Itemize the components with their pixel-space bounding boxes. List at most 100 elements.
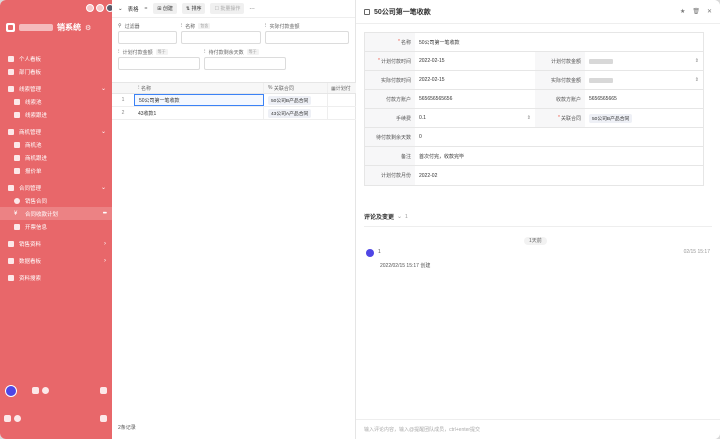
fee-field[interactable]: 0.1 ⇕ xyxy=(415,109,535,127)
sidebar-item-label: 开票信息 xyxy=(25,224,48,231)
add-icon[interactable] xyxy=(4,415,11,422)
label-text: 计划付款金额 xyxy=(550,58,581,65)
sidebar-item-label: 线索池 xyxy=(25,99,42,106)
actual-time-field[interactable]: 2022-02-15 xyxy=(415,71,535,89)
plan-time-field[interactable]: 2022-02-15 xyxy=(415,52,535,70)
plan-month-field: 2022-02 xyxy=(419,172,438,179)
avatar-dot[interactable] xyxy=(86,4,94,12)
share-icon[interactable]: ⚭ xyxy=(144,6,149,12)
row-name-cell[interactable]: 43收款1 xyxy=(134,107,264,119)
stepper-icon[interactable]: ⇕ xyxy=(695,77,699,83)
label-text: 实际付款时间 xyxy=(380,77,411,84)
name-filter: ⁝ 名称 包含 xyxy=(180,22,261,44)
sidebar-item-label: 销售资料 xyxy=(19,241,42,248)
sidebar-item-personal-board[interactable]: 个人看板 xyxy=(0,52,112,65)
avatar[interactable] xyxy=(5,385,17,397)
sidebar-item-quote[interactable]: 报价单 xyxy=(0,164,112,177)
paid-amount-filter-input[interactable] xyxy=(264,31,349,44)
data-table: ⁝ 名称 % 关联合同 ▦计划付 1 50公司第一笔收款 50公司B产品合同 2… xyxy=(112,82,356,120)
create-button[interactable]: ⊞ 创建 xyxy=(153,3,177,14)
row-contract-cell[interactable]: 43公司A产品合同 xyxy=(264,107,328,119)
search-doc-icon xyxy=(8,274,14,281)
sidebar-item-label: 商机管理 xyxy=(19,129,42,136)
sidebar-group-contract[interactable]: 合同管理 ⌄ xyxy=(0,181,112,194)
help-icon[interactable] xyxy=(42,387,49,394)
operator-tag[interactable]: 等于 xyxy=(155,49,168,55)
operator-tag[interactable]: 包含 xyxy=(198,23,211,29)
contract-chip[interactable]: 50公司B产品合同 xyxy=(268,95,312,105)
sidebar-group-sales-material[interactable]: 销售资料 › xyxy=(0,237,112,250)
sidebar-group-leads[interactable]: 线索管理 ⌄ xyxy=(0,82,112,95)
batch-button[interactable]: ☐ 批量操作 xyxy=(210,3,245,14)
name-filter-input[interactable] xyxy=(180,31,261,44)
layout-icon[interactable] xyxy=(100,415,107,422)
contract-field[interactable]: 50公司B产品合同 xyxy=(585,109,703,127)
sidebar-item-label: 合同收款计划 xyxy=(25,211,59,218)
note-field[interactable]: 首次付完，收款完毕 xyxy=(415,147,703,165)
settings-icon[interactable]: ⚙ xyxy=(85,24,91,32)
name-field[interactable]: 50公司第一笔收款 xyxy=(415,33,703,51)
filter-input[interactable] xyxy=(118,31,177,44)
chevron-right-icon: › xyxy=(104,240,106,247)
contract-chip[interactable]: 43公司A产品合同 xyxy=(268,108,312,118)
sidebar-item-lead-followup[interactable]: 线索跟进 xyxy=(0,108,112,121)
sidebar-nav: 个人看板 部门看板 线索管理 ⌄ 线索池 线索跟进 商机管理 ⌄ 商机池 商机跟进 … xyxy=(0,52,112,284)
comment-input[interactable]: 输入评论内容，输入@提醒团队成员，ctrl+enter提交 xyxy=(356,419,720,439)
sidebar-item-payment-plan[interactable]: ¥ 合同收款计划 ••• xyxy=(0,207,112,220)
sidebar-item-sales-contract[interactable]: 销售合同 xyxy=(0,194,112,207)
chevron-down-icon: ⌄ xyxy=(100,129,106,135)
filter-selector[interactable]: ⚲ 过滤器 xyxy=(118,22,177,44)
filter-label: 名称 xyxy=(185,23,196,30)
plan-amount-field[interactable]: ⇕ xyxy=(585,52,703,70)
user-add-icon[interactable] xyxy=(100,387,107,394)
star-icon[interactable]: ★ xyxy=(680,8,685,15)
folder-icon xyxy=(8,128,14,135)
table-row[interactable]: 1 50公司第一笔收款 50公司B产品合同 xyxy=(112,94,356,107)
comments-tab[interactable]: 评论及变更 ⌄ 1 xyxy=(364,212,408,222)
label-text: 付款方账户 xyxy=(385,96,411,103)
sidebar-item-invoice[interactable]: 开票信息 xyxy=(0,220,112,233)
avatar-dot[interactable] xyxy=(96,4,104,12)
sidebar-group-data-board[interactable]: 数据看板 › xyxy=(0,254,112,267)
stepper-icon[interactable]: ⇕ xyxy=(695,58,699,64)
operator-tag[interactable]: 等于 xyxy=(246,49,259,55)
column-header-contract[interactable]: % 关联合同 xyxy=(264,83,328,93)
form-row: 计划付款月份 2022-02 xyxy=(365,166,703,185)
chevron-down-icon[interactable]: ⌄ xyxy=(118,6,123,12)
sidebar-item-dept-board[interactable]: 部门看板 xyxy=(0,65,112,78)
view-label[interactable]: 表格 xyxy=(128,5,139,13)
actual-amount-field[interactable]: ⇕ xyxy=(585,71,703,89)
payer-account-field[interactable]: 565656565656 xyxy=(415,90,535,108)
sort-button[interactable]: ⇅ 排序 xyxy=(181,3,206,14)
sidebar-group-opportunity[interactable]: 商机管理 ⌄ xyxy=(0,125,112,138)
label-text: 名称 xyxy=(400,39,411,46)
sidebar-item-material-search[interactable]: 资料搜索 xyxy=(0,271,112,284)
field-label: * 关联合同 xyxy=(535,109,585,127)
more-icon[interactable]: ⋯ xyxy=(249,6,255,12)
stepper-icon[interactable]: ⇕ xyxy=(527,115,531,121)
table-row[interactable]: 2 43收款1 43公司A产品合同 xyxy=(112,107,356,120)
folder-icon xyxy=(8,184,14,191)
contract-chip[interactable]: 50公司B产品合同 xyxy=(589,113,633,123)
sidebar-item-lead-pool[interactable]: 线索池 xyxy=(0,95,112,108)
search-icon[interactable] xyxy=(14,415,21,422)
label-text: 备注 xyxy=(400,153,411,160)
more-icon[interactable]: ••• xyxy=(103,211,107,217)
plan-amount-filter-input[interactable] xyxy=(118,57,200,70)
sidebar-item-opportunity-followup[interactable]: 商机跟进 xyxy=(0,151,112,164)
chat-icon[interactable] xyxy=(32,387,39,394)
row-name-cell[interactable]: 50公司第一笔收款 xyxy=(134,94,264,106)
sidebar-item-opportunity-pool[interactable]: 商机池 xyxy=(0,138,112,151)
form-row: 手续费 0.1 ⇕ * 关联合同 50公司B产品合同 xyxy=(365,109,703,128)
pending-days-filter-input[interactable] xyxy=(204,57,286,70)
close-icon[interactable]: ✕ xyxy=(707,8,712,15)
column-header-plan[interactable]: ▦计划付 xyxy=(328,85,356,92)
row-contract-cell[interactable]: 50公司B产品合同 xyxy=(264,94,328,106)
list-icon xyxy=(14,111,20,118)
blurred-value xyxy=(589,58,613,64)
detail-panel: 50公司第一笔收款 ★ 🗑 ✕ * 名称 50公司第一笔收款 * 计划付款时间 20… xyxy=(356,0,720,439)
day-pill-text: 1天前 xyxy=(524,237,547,245)
column-header-name[interactable]: ⁝ 名称 xyxy=(134,83,264,93)
delete-icon[interactable]: 🗑 xyxy=(692,8,700,15)
payee-account-field[interactable]: 5656565665 xyxy=(585,90,703,108)
